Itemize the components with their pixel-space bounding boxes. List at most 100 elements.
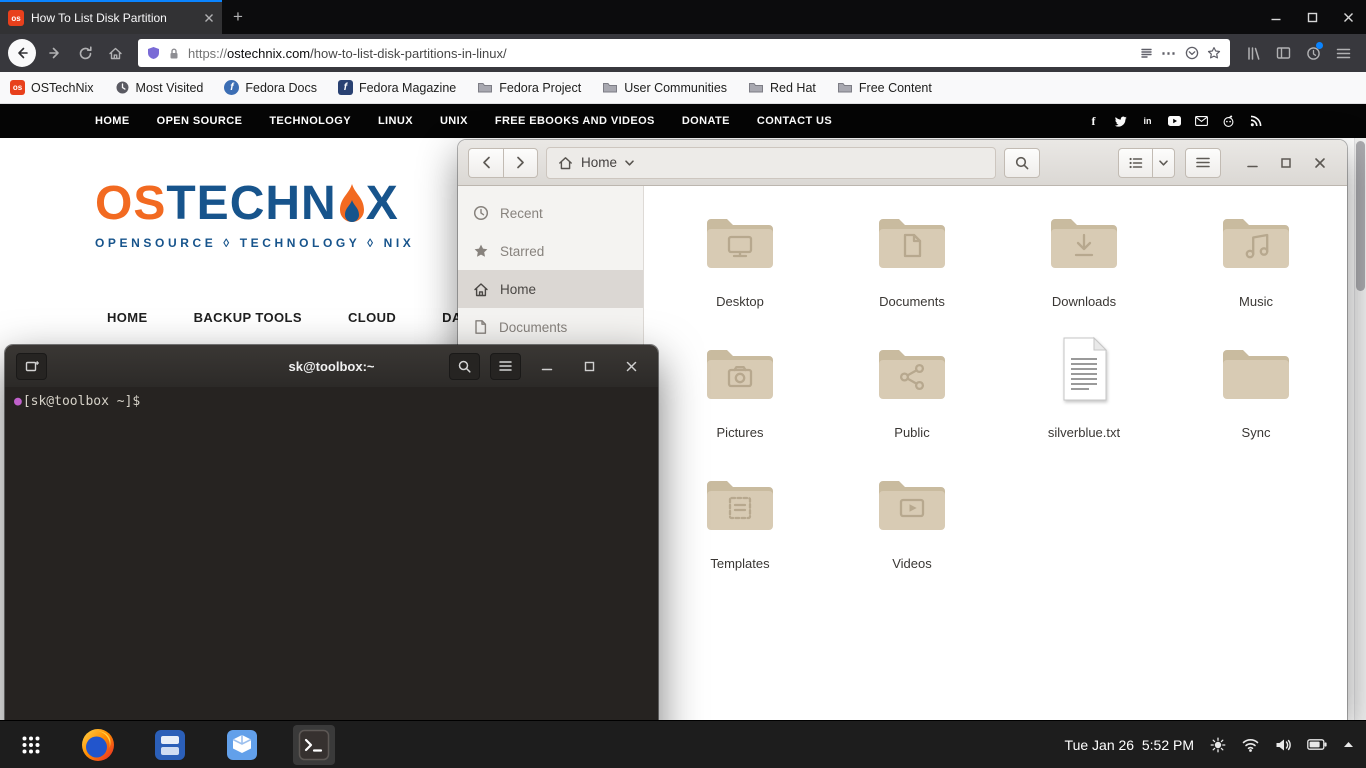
reddit-icon[interactable] xyxy=(1222,115,1235,128)
chevron-down-icon[interactable] xyxy=(625,160,634,166)
bookmark-fedora-magazine[interactable]: f Fedora Magazine xyxy=(338,80,456,95)
scrollbar-thumb[interactable] xyxy=(1356,141,1365,291)
clock[interactable]: Tue Jan 26 5:52 PM xyxy=(1065,737,1194,753)
bookmark-most-visited[interactable]: Most Visited xyxy=(115,80,204,95)
battery-icon[interactable] xyxy=(1307,739,1327,750)
app-grid-button[interactable] xyxy=(0,721,62,768)
maximize-button[interactable] xyxy=(573,352,605,380)
hamburger-icon xyxy=(1196,157,1210,168)
forward-button[interactable] xyxy=(40,39,70,67)
whats-new-icon[interactable] xyxy=(1298,39,1328,67)
lock-icon[interactable] xyxy=(168,47,180,60)
bookmark-ostechnix[interactable]: os OSTechNix xyxy=(10,80,94,95)
reload-button[interactable] xyxy=(70,39,100,67)
site-nav-ebooks[interactable]: FREE EBOOKS AND VIDEOS xyxy=(495,115,655,127)
sidebar-item-documents[interactable]: Documents xyxy=(458,308,643,346)
files-content: Desktop Documents xyxy=(644,186,1347,720)
file-item-downloads[interactable]: Downloads xyxy=(998,208,1170,339)
minimize-button[interactable] xyxy=(1258,0,1294,34)
bookmark-user-communities[interactable]: User Communities xyxy=(602,81,727,95)
wifi-icon[interactable] xyxy=(1242,738,1259,752)
minimize-button[interactable] xyxy=(1235,148,1269,178)
site-nav-contact[interactable]: CONTACT US xyxy=(757,115,832,127)
close-button[interactable] xyxy=(1330,0,1366,34)
site-nav-technology[interactable]: TECHNOLOGY xyxy=(269,115,351,127)
reader-view-icon[interactable] xyxy=(1140,47,1153,60)
maximize-button[interactable] xyxy=(1294,0,1330,34)
taskbar-files-button[interactable] xyxy=(134,721,206,768)
file-item-templates[interactable]: Templates xyxy=(654,470,826,601)
site-nav-donate[interactable]: DONATE xyxy=(682,115,730,127)
bookmark-star-icon[interactable] xyxy=(1207,46,1221,60)
file-item-videos[interactable]: Videos xyxy=(826,470,998,601)
view-list-button[interactable] xyxy=(1118,148,1152,178)
linkedin-icon[interactable]: in xyxy=(1141,115,1154,128)
site-nav-home[interactable]: HOME xyxy=(95,115,130,127)
volume-icon[interactable] xyxy=(1275,738,1291,752)
search-button[interactable] xyxy=(449,353,480,380)
bookmark-fedora-docs[interactable]: f Fedora Docs xyxy=(224,80,317,95)
home-button[interactable] xyxy=(100,39,130,67)
taskbar-firefox-button[interactable] xyxy=(62,721,134,768)
file-item-silverblue-txt[interactable]: silverblue.txt xyxy=(998,339,1170,470)
site-nav-open-source[interactable]: OPEN SOURCE xyxy=(157,115,243,127)
menu-backup-tools[interactable]: BACKUP TOOLS xyxy=(194,310,302,325)
tracking-protection-shield-icon[interactable] xyxy=(147,46,160,60)
sidebars-icon[interactable] xyxy=(1268,39,1298,67)
back-button[interactable] xyxy=(468,148,503,178)
files-menu-button[interactable] xyxy=(1185,148,1221,178)
url-bar[interactable]: https://ostechnix.com/how-to-list-disk-p… xyxy=(138,39,1230,67)
youtube-icon[interactable] xyxy=(1168,115,1181,128)
page-scrollbar[interactable] xyxy=(1354,138,1366,720)
terminal-screen[interactable]: ●[sk@toolbox ~]$ xyxy=(5,387,658,768)
pocket-icon[interactable] xyxy=(1185,46,1199,60)
close-button[interactable] xyxy=(1303,148,1337,178)
site-nav-unix[interactable]: UNIX xyxy=(440,115,468,127)
forward-button[interactable] xyxy=(503,148,538,178)
file-item-public[interactable]: Public xyxy=(826,339,998,470)
tab-close-icon[interactable] xyxy=(204,13,214,23)
email-icon[interactable] xyxy=(1195,115,1208,128)
file-item-music[interactable]: Music xyxy=(1170,208,1342,339)
browser-tab[interactable]: os How To List Disk Partition xyxy=(0,0,222,34)
text-file-icon xyxy=(1056,335,1112,403)
back-button[interactable] xyxy=(8,39,36,67)
menu-home[interactable]: HOME xyxy=(107,310,148,325)
taskbar-software-button[interactable] xyxy=(206,721,278,768)
tray-expander-icon[interactable] xyxy=(1343,741,1354,748)
sidebar-item-home[interactable]: Home xyxy=(458,270,643,308)
sidebar-item-starred[interactable]: Starred xyxy=(458,232,643,270)
search-button[interactable] xyxy=(1004,148,1040,178)
library-icon[interactable] xyxy=(1238,39,1268,67)
navigation-toolbar: https://ostechnix.com/how-to-list-disk-p… xyxy=(0,34,1366,72)
chevron-down-icon xyxy=(1159,160,1168,166)
bookmark-red-hat[interactable]: Red Hat xyxy=(748,81,816,95)
site-logo[interactable]: OSTECHNX OPENSOURCE ◊ TECHNOLOGY ◊ NIX xyxy=(95,180,414,250)
menu-cloud[interactable]: CLOUD xyxy=(348,310,396,325)
night-light-icon[interactable] xyxy=(1210,737,1226,753)
facebook-icon[interactable]: f xyxy=(1087,115,1100,128)
rss-icon[interactable] xyxy=(1249,115,1262,128)
path-bar[interactable]: Home xyxy=(546,147,996,179)
terminal-menu-button[interactable] xyxy=(490,353,521,380)
minimize-button[interactable] xyxy=(531,352,563,380)
close-button[interactable] xyxy=(615,352,647,380)
file-item-pictures[interactable]: Pictures xyxy=(654,339,826,470)
site-nav-linux[interactable]: LINUX xyxy=(378,115,413,127)
maximize-button[interactable] xyxy=(1269,148,1303,178)
firefox-menu-icon[interactable] xyxy=(1328,39,1358,67)
new-tab-button[interactable] xyxy=(16,353,47,380)
file-item-sync[interactable]: Sync xyxy=(1170,339,1342,470)
bookmark-free-content[interactable]: Free Content xyxy=(837,81,932,95)
taskbar-terminal-button[interactable] xyxy=(278,721,350,768)
bookmark-label: Free Content xyxy=(859,81,932,95)
file-item-documents[interactable]: Documents xyxy=(826,208,998,339)
sidebar-item-recent[interactable]: Recent xyxy=(458,194,643,232)
new-tab-button[interactable]: + xyxy=(222,0,254,34)
tab-title: How To List Disk Partition xyxy=(31,11,197,25)
twitter-icon[interactable] xyxy=(1114,115,1127,128)
view-options-button[interactable] xyxy=(1152,148,1175,178)
file-item-desktop[interactable]: Desktop xyxy=(654,208,826,339)
bookmark-fedora-project[interactable]: Fedora Project xyxy=(477,81,581,95)
page-actions-icon[interactable]: ⋯ xyxy=(1161,44,1177,62)
